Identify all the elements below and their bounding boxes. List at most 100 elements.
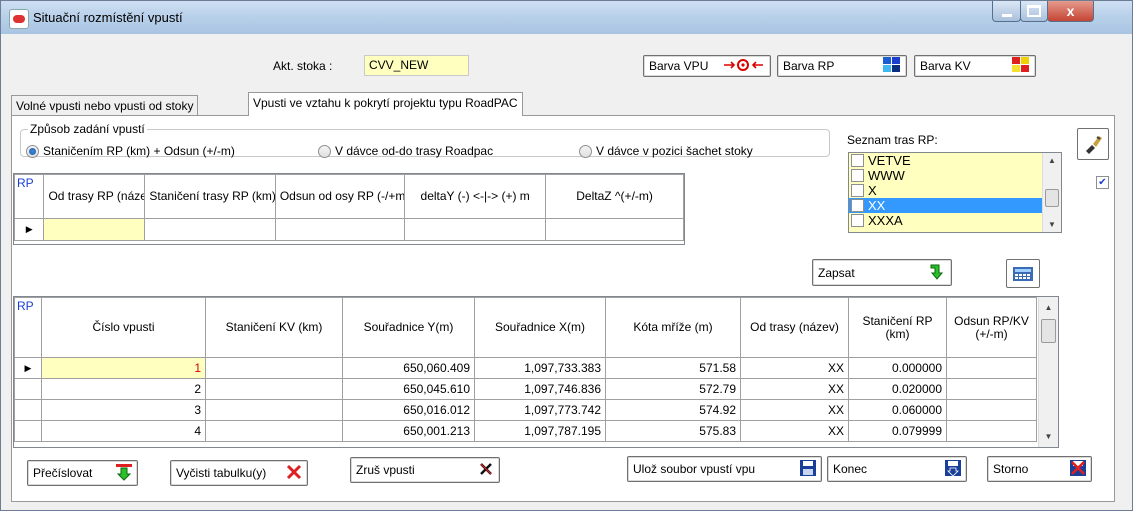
checkbox-icon[interactable] [851, 184, 864, 197]
cell-odsun[interactable] [946, 420, 1037, 442]
col-souradnice-y[interactable]: Souřadnice Y(m) [342, 297, 475, 358]
precislovat-button[interactable]: Přečíslovat [27, 460, 138, 486]
cell-cislo[interactable]: 2 [41, 378, 206, 400]
cell-odsun[interactable] [946, 399, 1037, 421]
cell-souradnice-y[interactable]: 650,045.610 [342, 378, 475, 400]
maximize-button[interactable] [1020, 1, 1048, 22]
cell-souradnice-x[interactable]: 1,097,746.836 [474, 378, 606, 400]
upper-grid-corner: RP [13, 174, 45, 219]
cell-kota[interactable]: 571.58 [605, 357, 741, 379]
scroll-up-icon[interactable]: ▲ [1039, 303, 1058, 312]
cell-souradnice-x[interactable]: 1,097,787.195 [474, 420, 606, 442]
cell-kota[interactable]: 575.83 [605, 420, 741, 442]
lower-grid[interactable]: RP Číslo vpusti Staničení KV (km) Souřad… [13, 296, 1059, 448]
cell-souradnice-y[interactable]: 650,060.409 [342, 357, 475, 379]
cell-cislo[interactable]: 3 [41, 399, 206, 421]
close-button[interactable]: x [1047, 1, 1094, 22]
checkbox-icon[interactable] [851, 154, 864, 167]
col-kota-mrize[interactable]: Kóta mříže (m) [605, 297, 741, 358]
zapsat-button[interactable]: Zapsat [812, 259, 952, 286]
barva-vpu-button[interactable]: Barva VPU [643, 55, 771, 77]
cell-staniceni-kv[interactable] [205, 420, 343, 442]
cell-odsun[interactable] [946, 357, 1037, 379]
brush-button[interactable] [1077, 128, 1109, 160]
col-delta-z[interactable]: DeltaZ ^(+/-m) [545, 174, 684, 219]
col-odsun-od-osy[interactable]: Odsun od osy RP (-/+m) [274, 174, 406, 219]
table-row[interactable]: 4 650,001.213 1,097,787.195 575.83 XX 0.… [14, 420, 1037, 442]
cell-kota[interactable]: 572.79 [605, 378, 741, 400]
scroll-down-icon[interactable]: ▼ [1043, 220, 1061, 229]
col-souradnice-x[interactable]: Souřadnice X(m) [474, 297, 606, 358]
cell-souradnice-y[interactable]: 650,016.012 [342, 399, 475, 421]
scroll-down-icon[interactable]: ▼ [1039, 432, 1058, 441]
cell-od-trasy[interactable]: XX [740, 399, 849, 421]
cell-souradnice-x[interactable]: 1,097,733.383 [474, 357, 606, 379]
lower-grid-scrollbar[interactable]: ▲ ▼ [1038, 297, 1058, 447]
col-delta-y[interactable]: deltaY (-) <-|-> (+) m [404, 174, 547, 219]
cell-staniceni-kv[interactable] [205, 357, 343, 379]
zrus-vpusti-button[interactable]: Zruš vpusti [350, 457, 500, 483]
cell-cislo[interactable]: 4 [41, 420, 206, 442]
checkbox-icon[interactable] [851, 214, 864, 227]
col-staniceni-rp[interactable]: Staničení RP (km) [848, 297, 947, 358]
upper-grid-cell[interactable] [43, 218, 146, 241]
cell-kota[interactable]: 574.92 [605, 399, 741, 421]
col-odsun-rp-kv[interactable]: Odsun RP/KV (+/-m) [946, 297, 1037, 358]
seznam-tras-listbox[interactable]: VETVE WWW X XX XXXA ▲ ▼ [848, 152, 1062, 233]
cell-staniceni-kv[interactable] [205, 378, 343, 400]
col-od-trasy-rp[interactable]: Od trasy RP (název) [43, 174, 146, 219]
scroll-thumb[interactable] [1041, 319, 1056, 343]
vycisti-tabulku-button[interactable]: Vyčisti tabulku(y) [170, 460, 308, 486]
cell-odsun[interactable] [946, 378, 1037, 400]
cell-souradnice-y[interactable]: 650,001.213 [342, 420, 475, 442]
tab-volne-vpusti[interactable]: Volné vpusti nebo vpusti od stoky [11, 95, 199, 116]
list-item[interactable]: VETVE [849, 153, 1061, 168]
cell-staniceni-rp[interactable]: 0.079999 [848, 420, 947, 442]
akt-stoka-field[interactable]: CVV_NEW [364, 55, 469, 76]
storno-button[interactable]: Storno [987, 456, 1092, 482]
checkbox-checked-icon[interactable]: ✔ [1096, 176, 1109, 189]
scroll-thumb[interactable] [1045, 189, 1059, 207]
uloz-soubor-button[interactable]: Ulož soubor vpustí vpu [627, 456, 822, 482]
col-staniceni-trasy[interactable]: Staničení trasy RP (km) [144, 174, 276, 219]
cancel-disk-icon [1070, 459, 1086, 479]
radio-stanicenim[interactable]: Staničením RP (km) + Odsun (+/-m) [26, 144, 235, 158]
list-item[interactable]: WWW [849, 168, 1061, 183]
calculator-button[interactable] [1006, 259, 1040, 288]
checkbox-icon[interactable] [851, 169, 864, 182]
upper-grid-cell[interactable] [545, 218, 684, 241]
checkbox-icon[interactable] [851, 199, 864, 212]
upper-grid[interactable]: RP Od trasy RP (název) Staničení trasy R… [13, 173, 685, 245]
barva-rp-button[interactable]: Barva RP [777, 55, 907, 77]
table-row[interactable]: 3 650,016.012 1,097,773.742 574.92 XX 0.… [14, 399, 1037, 421]
col-cislo-vpusti[interactable]: Číslo vpusti [41, 297, 206, 358]
list-item[interactable]: XXXA [849, 213, 1061, 228]
cell-od-trasy[interactable]: XX [740, 378, 849, 400]
cell-staniceni-rp[interactable]: 0.000000 [848, 357, 947, 379]
tab-roadpac[interactable]: Vpusti ve vztahu k pokrytí projektu typu… [248, 92, 523, 116]
seznam-scrollbar[interactable]: ▲ ▼ [1042, 153, 1061, 232]
col-staniceni-kv[interactable]: Staničení KV (km) [205, 297, 343, 358]
cell-souradnice-x[interactable]: 1,097,773.742 [474, 399, 606, 421]
cell-od-trasy[interactable]: XX [740, 420, 849, 442]
radio-davka-sachet[interactable]: V dávce v pozici šachet stoky [579, 144, 753, 158]
minimize-button[interactable] [992, 1, 1021, 22]
radio-davka-trasy[interactable]: V dávce od-do trasy Roadpac [318, 144, 493, 158]
cell-staniceni-rp[interactable]: 0.060000 [848, 399, 947, 421]
list-item-selected[interactable]: XX [849, 198, 1061, 213]
list-item[interactable]: X [849, 183, 1061, 198]
col-od-trasy[interactable]: Od trasy (název) [740, 297, 849, 358]
upper-grid-cell[interactable] [274, 218, 406, 241]
konec-button[interactable]: Konec [827, 456, 967, 482]
cell-od-trasy[interactable]: XX [740, 357, 849, 379]
title-bar[interactable]: Situační rozmístění vpustí x [1, 1, 1132, 34]
upper-grid-cell[interactable] [144, 218, 276, 241]
cell-staniceni-rp[interactable]: 0.020000 [848, 378, 947, 400]
table-row[interactable]: 2 650,045.610 1,097,746.836 572.79 XX 0.… [14, 378, 1037, 400]
cell-staniceni-kv[interactable] [205, 399, 343, 421]
upper-grid-cell[interactable] [404, 218, 547, 241]
cell-cislo[interactable]: 1 [41, 357, 206, 379]
scroll-up-icon[interactable]: ▲ [1043, 156, 1061, 165]
table-row[interactable]: ▶ 1 650,060.409 1,097,733.383 571.58 XX … [14, 357, 1037, 379]
barva-kv-button[interactable]: Barva KV [914, 55, 1036, 77]
